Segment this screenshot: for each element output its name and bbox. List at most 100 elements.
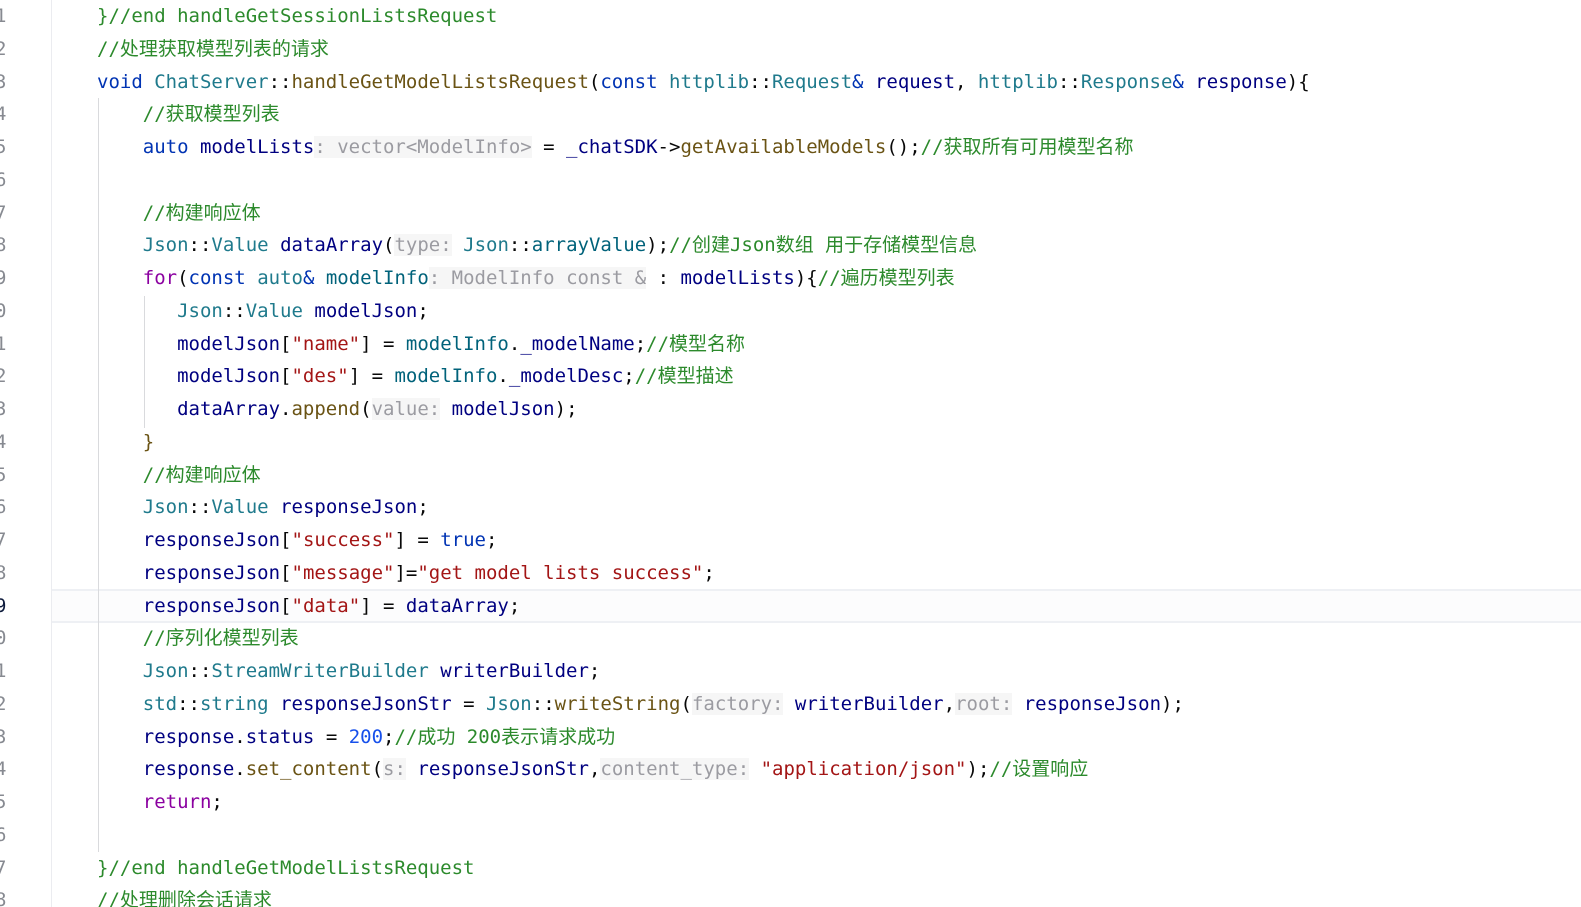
code-line[interactable]: 2 std::string responseJsonStr = Json::wr…: [0, 688, 1581, 721]
code-line[interactable]: 6: [0, 164, 1581, 197]
line-number[interactable]: 5: [0, 786, 15, 819]
code-line-text[interactable]: //获取模型列表: [97, 98, 280, 131]
line-number[interactable]: 2: [0, 688, 15, 721]
code-line-text[interactable]: //构建响应体: [97, 459, 261, 492]
code-line-text[interactable]: auto modelLists: vector<ModelInfo> = _ch…: [97, 131, 1134, 164]
line-number[interactable]: 8: [0, 557, 15, 590]
line-number[interactable]: 7: [0, 197, 15, 230]
code-token: request: [874, 70, 956, 93]
line-number[interactable]: 2: [0, 360, 15, 393]
line-number[interactable]: 2: [0, 33, 15, 66]
code-line-text[interactable]: //构建响应体: [97, 197, 261, 230]
code-token: Json: [177, 299, 223, 322]
code-line[interactable]: 0 //序列化模型列表: [0, 622, 1581, 655]
line-number[interactable]: 8: [0, 884, 15, 907]
code-line[interactable]: 9 for(const auto& modelInfo: ModelInfo c…: [0, 262, 1581, 295]
code-line[interactable]: 8 Json::Value dataArray(type: Json::arra…: [0, 229, 1581, 262]
code-line-text[interactable]: }//end handleGetModelListsRequest: [97, 852, 475, 885]
code-line[interactable]: 1 Json::StreamWriterBuilder writerBuilde…: [0, 655, 1581, 688]
code-line[interactable]: 3 dataArray.append(value: modelJson);: [0, 393, 1581, 426]
code-line-text[interactable]: modelJson["des"] = modelInfo._modelDesc;…: [97, 360, 734, 393]
code-line[interactable]: 1 modelJson["name"] = modelInfo._modelNa…: [0, 328, 1581, 361]
code-line[interactable]: 5 //构建响应体: [0, 459, 1581, 492]
code-line-text[interactable]: responseJson["success"] = true;: [97, 524, 498, 557]
line-number[interactable]: 5: [0, 131, 15, 164]
line-number[interactable]: 1: [0, 655, 15, 688]
code-token: ;: [588, 660, 601, 682]
code-line-text[interactable]: //序列化模型列表: [97, 622, 299, 655]
line-number[interactable]: 4: [0, 98, 15, 131]
code-token: );: [554, 398, 578, 420]
line-number[interactable]: 0: [0, 295, 15, 328]
line-number[interactable]: 1: [0, 328, 15, 361]
code-token: _chatSDK: [566, 136, 658, 158]
code-line-text[interactable]: //处理删除会话请求: [97, 884, 272, 907]
code-line[interactable]: 8 responseJson["message"]="get model lis…: [0, 557, 1581, 590]
code-line-text[interactable]: Json::Value modelJson;: [97, 295, 429, 328]
line-number[interactable]: 9: [0, 262, 15, 295]
code-token: httplib: [977, 70, 1058, 93]
code-line[interactable]: 7 }//end handleGetModelListsRequest: [0, 852, 1581, 885]
code-line[interactable]: 2 //处理获取模型列表的请求: [0, 33, 1581, 66]
code-token: .: [508, 332, 521, 355]
line-number[interactable]: 0: [0, 622, 15, 655]
code-comment: //构建响应体: [142, 463, 261, 486]
code-line[interactable]: 4 response.set_content(s: responseJsonSt…: [0, 753, 1581, 786]
code-line[interactable]: 4 //获取模型列表: [0, 98, 1581, 131]
code-line-text[interactable]: dataArray.append(value: modelJson);: [97, 393, 578, 426]
code-line-text[interactable]: }//end handleGetSessionListsRequest: [97, 0, 497, 33]
code-token: Json: [463, 234, 509, 257]
inlay-hint: : vector<ModelInfo>: [314, 136, 532, 158]
code-token: ;: [703, 561, 715, 584]
code-line-text[interactable]: Json::Value dataArray(type: Json::arrayV…: [97, 229, 977, 262]
code-line-text[interactable]: //处理获取模型列表的请求: [97, 33, 329, 66]
line-number[interactable]: 3: [0, 393, 15, 426]
code-line[interactable]: 7 //构建响应体: [0, 197, 1581, 230]
code-token: modelJson: [177, 365, 281, 388]
line-number[interactable]: 4: [0, 426, 15, 459]
code-line[interactable]: 4 }: [0, 426, 1581, 459]
code-line[interactable]: 2 modelJson["des"] = modelInfo._modelDes…: [0, 360, 1581, 393]
line-number[interactable]: 7: [0, 852, 15, 885]
code-line-text[interactable]: responseJson["data"] = dataArray;: [97, 590, 521, 623]
code-line-text[interactable]: for(const auto& modelInfo: ModelInfo con…: [97, 262, 955, 295]
code-line[interactable]: 5 auto modelLists: vector<ModelInfo> = _…: [0, 131, 1581, 164]
line-number[interactable]: 4: [0, 753, 15, 786]
line-number[interactable]: 6: [0, 164, 15, 197]
code-token: .: [234, 725, 246, 748]
code-line-text[interactable]: responseJson["message"]="get model lists…: [97, 557, 715, 590]
code-line[interactable]: 7 responseJson["success"] = true;: [0, 524, 1581, 557]
line-number[interactable]: 6: [0, 491, 15, 524]
line-number[interactable]: 7: [0, 524, 15, 557]
line-number[interactable]: 6: [0, 819, 15, 852]
code-line[interactable]: 3 void ChatServer::handleGetModelListsReq…: [0, 66, 1581, 99]
code-line-text[interactable]: void ChatServer::handleGetModelListsRequ…: [97, 66, 1310, 99]
code-line-text[interactable]: Json::StreamWriterBuilder writerBuilder;: [97, 655, 601, 688]
code-line[interactable]: 1 }//end handleGetSessionListsRequest: [0, 0, 1581, 33]
line-number[interactable]: 3: [0, 66, 15, 99]
code-line[interactable]: 5 return;: [0, 786, 1581, 819]
code-token: ;: [508, 594, 521, 617]
code-line-text[interactable]: Json::Value responseJson;: [97, 491, 429, 524]
code-line[interactable]: 8 //处理删除会话请求: [0, 884, 1581, 907]
code-token: =: [371, 594, 406, 617]
code-line[interactable]: 6 Json::Value responseJson;: [0, 491, 1581, 524]
code-line[interactable]: 3 response.status = 200;//成功 200表示请求成功: [0, 721, 1581, 754]
code-line-text[interactable]: std::string responseJsonStr = Json::writ…: [97, 688, 1184, 721]
line-number[interactable]: 3: [0, 721, 15, 754]
line-number[interactable]: 5: [0, 459, 15, 492]
line-number[interactable]: 9: [0, 590, 15, 623]
code-token: Json: [142, 496, 189, 519]
code-editor[interactable]: 1 }//end handleGetSessionListsRequest 2 //处…: [0, 0, 1581, 907]
line-number[interactable]: 8: [0, 229, 15, 262]
line-number[interactable]: 1: [0, 0, 15, 33]
code-line[interactable]: 9 responseJson["data"] = dataArray;: [0, 590, 1581, 623]
code-line-text[interactable]: response.set_content(s: responseJsonStr,…: [97, 753, 1088, 786]
code-line[interactable]: 0 Json::Value modelJson;: [0, 295, 1581, 328]
code-line-text[interactable]: response.status = 200;//成功 200表示请求成功: [97, 721, 615, 754]
code-line[interactable]: 6: [0, 819, 1581, 852]
code-line-text[interactable]: modelJson["name"] = modelInfo._modelName…: [97, 328, 745, 361]
code-line-text[interactable]: return;: [97, 786, 223, 819]
code-line-text[interactable]: }: [97, 426, 154, 459]
